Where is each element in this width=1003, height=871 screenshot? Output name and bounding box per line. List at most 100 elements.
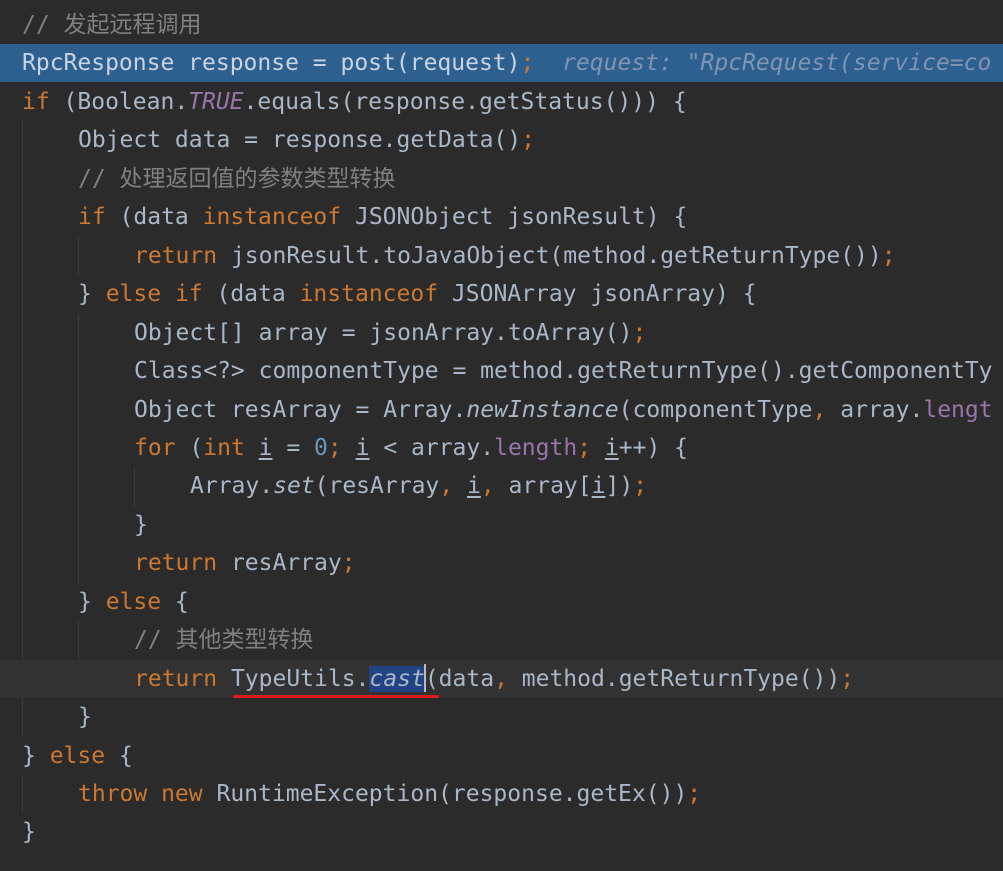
- code-token: ,: [439, 473, 467, 500]
- code-line-return-resarray[interactable]: return resArray;: [0, 544, 1003, 582]
- code-line-if-status[interactable]: if (Boolean.TRUE.equals(response.getStat…: [0, 83, 1003, 121]
- code-line-for-close[interactable]: }: [0, 506, 1003, 544]
- code-line-component-type[interactable]: Class<?> componentType = method.getRetur…: [0, 352, 1003, 390]
- selected-identifier: cast: [369, 665, 425, 692]
- code-line-for-loop[interactable]: for (int i = 0; i < array.length; i++) {: [0, 429, 1003, 467]
- code-line-comment-convert[interactable]: // 处理返回值的参数类型转换: [0, 160, 1003, 198]
- code-token: (data: [119, 204, 203, 231]
- code-text: for (int i = 0; i < array.length; i++) {: [134, 429, 688, 467]
- code-token: return: [134, 665, 231, 692]
- code-token: Class<?> componentType = method.getRetur…: [134, 358, 993, 385]
- code-line-throw-line[interactable]: throw new RuntimeException(response.getE…: [0, 775, 1003, 813]
- code-text: } else if (data instanceof JSONArray jso…: [78, 275, 757, 313]
- code-token: else: [105, 588, 175, 615]
- code-token: =: [272, 434, 315, 461]
- code-token: ;: [577, 434, 605, 461]
- code-line-return-javaobject[interactable]: return jsonResult.toJavaObject(method.ge…: [0, 237, 1003, 275]
- code-text: // 处理返回值的参数类型转换: [78, 160, 396, 198]
- red-annotation-underline: [232, 694, 439, 698]
- code-token: i: [355, 434, 370, 461]
- code-token: length: [494, 434, 578, 461]
- code-token: ,: [480, 473, 509, 500]
- code-token: for: [134, 434, 190, 461]
- code-token: }: [22, 742, 50, 769]
- comment-token: // 处理返回值的参数类型转换: [78, 165, 396, 192]
- code-text: return jsonResult.toJavaObject(method.ge…: [134, 237, 896, 275]
- code-line-res-array[interactable]: Object resArray = Array.newInstance(comp…: [0, 391, 1003, 429]
- code-token: TRUE: [188, 88, 244, 115]
- code-text: }: [78, 698, 92, 736]
- code-text: if (Boolean.TRUE.equals(response.getStat…: [22, 83, 687, 121]
- code-token: return: [134, 550, 231, 577]
- code-token: < array.: [369, 434, 495, 461]
- code-token: ++) {: [618, 434, 688, 461]
- code-text: Object resArray = Array.newInstance(comp…: [134, 391, 993, 429]
- code-text: return resArray;: [134, 544, 356, 582]
- code-token: Array.: [190, 473, 274, 500]
- code-text: // 发起远程调用: [22, 6, 202, 44]
- code-line-array-toarray[interactable]: Object[] array = jsonArray.toArray();: [0, 314, 1003, 352]
- code-text: if (data instanceof JSONObject jsonResul…: [78, 198, 687, 236]
- code-token: lengt: [923, 396, 993, 423]
- code-token: (: [189, 434, 204, 461]
- code-token: }: [134, 511, 148, 538]
- code-token: ;: [341, 550, 356, 577]
- code-token: int: [203, 434, 259, 461]
- code-token: array.: [840, 396, 924, 423]
- code-token: i: [258, 434, 273, 461]
- inline-debug-hint: request: "RpcRequest(service=co: [562, 50, 992, 77]
- code-text: throw new RuntimeException(response.getE…: [78, 775, 701, 813]
- code-line-comment-remote-call[interactable]: // 发起远程调用: [0, 6, 1003, 44]
- code-line-array-set[interactable]: Array.set(resArray, i, array[i]);: [0, 467, 1003, 505]
- code-token: instanceof: [202, 204, 355, 231]
- code-token: ,: [494, 665, 522, 692]
- code-text: Object[] array = jsonArray.toArray();: [134, 314, 646, 352]
- code-text: RpcResponse response = post(request); re…: [22, 44, 991, 82]
- code-token: 0: [314, 434, 328, 461]
- code-token: ;: [881, 242, 896, 269]
- code-token: Object[] array = jsonArray.toArray(): [134, 319, 633, 346]
- code-text: } else {: [22, 737, 133, 775]
- code-token: if: [22, 88, 64, 115]
- code-text: }: [134, 506, 148, 544]
- code-token: instanceof: [299, 281, 452, 308]
- code-token: ;: [632, 319, 647, 346]
- code-line-else-open[interactable]: } else {: [0, 583, 1003, 621]
- code-token: ;: [327, 434, 356, 461]
- code-line-else-if-jsonarray[interactable]: } else if (data instanceof JSONArray jso…: [0, 275, 1003, 313]
- code-line-outer-else[interactable]: } else {: [0, 737, 1003, 775]
- code-token: else: [49, 742, 119, 769]
- code-editor[interactable]: // 发起远程调用 RpcResponse response = post(req…: [0, 0, 1003, 871]
- code-token: throw new: [78, 781, 217, 807]
- code-token: array[: [508, 473, 592, 500]
- code-text: // 其他类型转换: [134, 621, 314, 659]
- code-line-else-close[interactable]: }: [0, 698, 1003, 736]
- code-token: set: [273, 473, 315, 500]
- code-token: i: [604, 434, 619, 461]
- code-token: ;: [521, 127, 535, 154]
- code-token: i: [466, 473, 481, 500]
- code-token: .equals(response.getStatus())) {: [243, 88, 687, 115]
- code-token: RuntimeException(response.getEx()): [216, 781, 688, 807]
- code-text: Array.set(resArray, i, array[i]);: [190, 467, 647, 505]
- code-line-return-cast[interactable]: return TypeUtils.cast(data, method.getRe…: [0, 659, 1003, 698]
- code-token: method.getReturnType()): [521, 665, 841, 692]
- code-token: {: [174, 588, 189, 615]
- code-token: }: [78, 704, 92, 731]
- code-text: Object data = response.getData();: [78, 121, 535, 159]
- code-token: ,: [812, 396, 841, 423]
- code-token: (data: [216, 281, 300, 308]
- code-line-closing-brace[interactable]: }: [0, 813, 1003, 851]
- code-token: i: [591, 473, 606, 500]
- code-token: (data: [424, 665, 495, 692]
- code-line-exec-line-post[interactable]: RpcResponse response = post(request); re…: [0, 44, 1003, 83]
- code-token: ;: [633, 473, 648, 500]
- code-line-object-data[interactable]: Object data = response.getData();: [0, 121, 1003, 159]
- code-token: newInstance: [466, 396, 619, 423]
- comment-token: // 发起远程调用: [22, 12, 202, 38]
- code-line-if-jsonobject[interactable]: if (data instanceof JSONObject jsonResul…: [0, 198, 1003, 236]
- code-token: Object data = response.getData(): [78, 127, 522, 154]
- code-token: JSONArray jsonArray) {: [451, 281, 757, 308]
- code-line-comment-other[interactable]: // 其他类型转换: [0, 621, 1003, 659]
- code-token: TypeUtils.: [230, 665, 370, 692]
